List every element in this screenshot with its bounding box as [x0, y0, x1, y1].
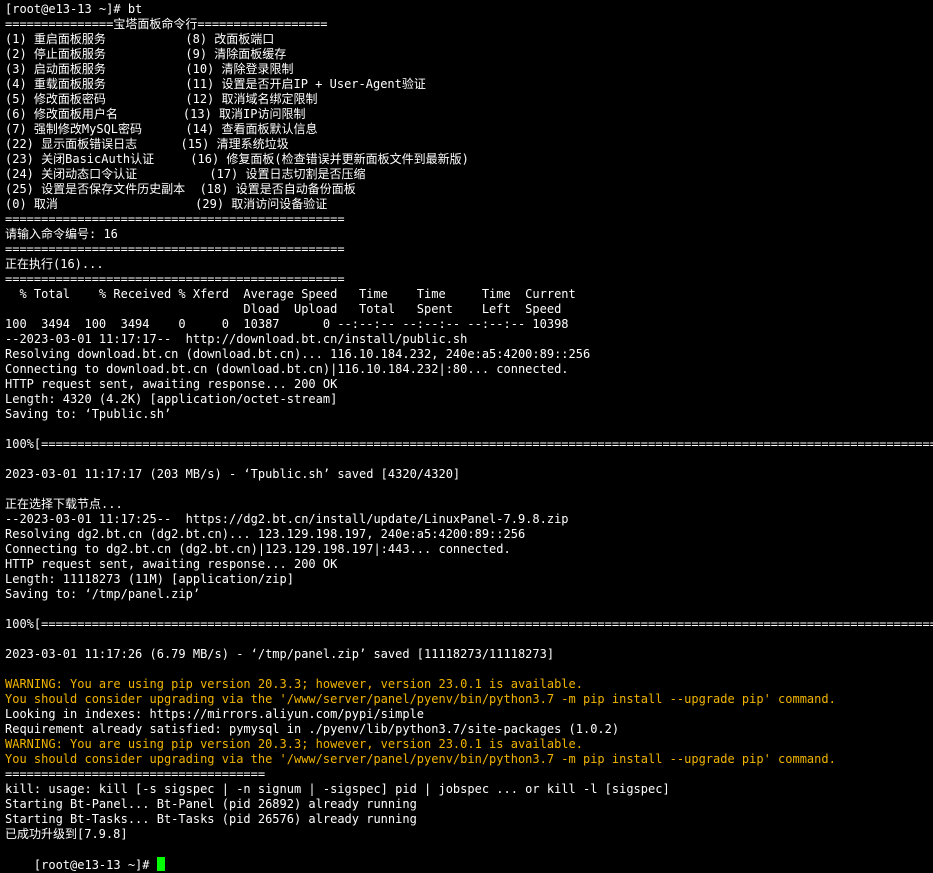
- terminal-line: (24) 关闭动态口令认证 (17) 设置日志切割是否压缩: [5, 167, 366, 181]
- terminal-line: (7) 强制修改MySQL密码 (14) 查看面板默认信息: [5, 122, 318, 136]
- terminal-line: (25) 设置是否保存文件历史副本 (18) 设置是否自动备份面板: [5, 182, 356, 196]
- terminal-line: WARNING: You are using pip version 20.3.…: [5, 677, 583, 691]
- terminal-line: Requirement already satisfied: pymysql i…: [5, 722, 620, 736]
- terminal-line: ====================================: [5, 767, 266, 781]
- terminal-line: --2023-03-01 11:17:25-- https://dg2.bt.c…: [5, 512, 569, 526]
- terminal-line: (6) 修改面板用户名 (13) 取消IP访问限制: [5, 107, 306, 121]
- terminal-line: Starting Bt-Panel... Bt-Panel (pid 26892…: [5, 797, 417, 811]
- terminal-line: % Total % Received % Xferd Average Speed…: [5, 287, 576, 301]
- terminal-line: Length: 4320 (4.2K) [application/octet-s…: [5, 392, 338, 406]
- terminal-line: Saving to: ‘Tpublic.sh’: [5, 407, 172, 421]
- terminal-line: 2023-03-01 11:17:26 (6.79 MB/s) - ‘/tmp/…: [5, 647, 555, 661]
- terminal-line: (23) 关闭BasicAuth认证 (16) 修复面板(检查错误并更新面板文件…: [5, 152, 469, 166]
- terminal-line: Saving to: ‘/tmp/panel.zip’: [5, 587, 201, 601]
- terminal-line: (3) 启动面板服务 (10) 清除登录限制: [5, 62, 294, 76]
- terminal-line: 100 3494 100 3494 0 0 10387 0 --:--:-- -…: [5, 317, 569, 331]
- terminal-line: ===============宝塔面板命令行==================: [5, 17, 328, 31]
- terminal-line: Connecting to dg2.bt.cn (dg2.bt.cn)|123.…: [5, 542, 511, 556]
- terminal-line: Resolving dg2.bt.cn (dg2.bt.cn)... 123.1…: [5, 527, 526, 541]
- terminal-line: 100%[===================================…: [5, 437, 933, 451]
- terminal-prompt-line[interactable]: [root@e13-13 ~]#: [5, 842, 933, 872]
- terminal-line: HTTP request sent, awaiting response... …: [5, 557, 338, 571]
- terminal-line: 正在执行(16)...: [5, 257, 104, 271]
- terminal-line: --2023-03-01 11:17:17-- http://download.…: [5, 332, 468, 346]
- terminal-line: WARNING: You are using pip version 20.3.…: [5, 737, 583, 751]
- terminal-line: 已成功升级到[7.9.8]: [5, 827, 128, 841]
- terminal-line: (1) 重启面板服务 (8) 改面板端口: [5, 32, 275, 46]
- cursor-block: [156, 857, 165, 871]
- terminal-line: (22) 显示面板错误日志 (15) 清理系统垃圾: [5, 137, 289, 151]
- terminal-line: 100%[===================================…: [5, 617, 933, 631]
- terminal-line: Looking in indexes: https://mirrors.aliy…: [5, 707, 425, 721]
- terminal-line: ========================================…: [5, 212, 345, 226]
- terminal-line: You should consider upgrading via the '/…: [5, 752, 836, 766]
- terminal-line: [root@e13-13 ~]# bt: [5, 2, 143, 16]
- terminal-line: Connecting to download.bt.cn (download.b…: [5, 362, 569, 376]
- terminal-line: HTTP request sent, awaiting response... …: [5, 377, 338, 391]
- terminal-line: 正在选择下载节点...: [5, 497, 123, 511]
- terminal-line: (0) 取消 (29) 取消访问设备验证: [5, 197, 328, 211]
- terminal-line: Length: 11118273 (11M) [application/zip]: [5, 572, 294, 586]
- terminal-line: Resolving download.bt.cn (download.bt.cn…: [5, 347, 591, 361]
- terminal-line: 请输入命令编号: 16: [5, 227, 118, 241]
- terminal-window[interactable]: [root@e13-13 ~]# bt ===============宝塔面板命令…: [0, 0, 933, 873]
- terminal-line: Dload Upload Total Spent Left Speed: [5, 302, 562, 316]
- terminal-line: kill: usage: kill [-s sigspec | -n signu…: [5, 782, 670, 796]
- terminal-line: (4) 重载面板服务 (11) 设置是否开启IP + User-Agent验证: [5, 77, 426, 91]
- terminal-line: (2) 停止面板服务 (9) 清除面板缓存: [5, 47, 287, 61]
- prompt-text: [root@e13-13 ~]#: [33, 858, 157, 872]
- terminal-line: 2023-03-01 11:17:17 (203 MB/s) - ‘Tpubli…: [5, 467, 461, 481]
- terminal-line: ========================================…: [5, 242, 345, 256]
- terminal-line: You should consider upgrading via the '/…: [5, 692, 836, 706]
- terminal-line: (5) 修改面板密码 (12) 取消域名绑定限制: [5, 92, 318, 106]
- terminal-output: [root@e13-13 ~]# bt ===============宝塔面板命令…: [5, 2, 933, 842]
- terminal-line: Starting Bt-Tasks... Bt-Tasks (pid 26576…: [5, 812, 417, 826]
- terminal-line: ========================================…: [5, 272, 345, 286]
